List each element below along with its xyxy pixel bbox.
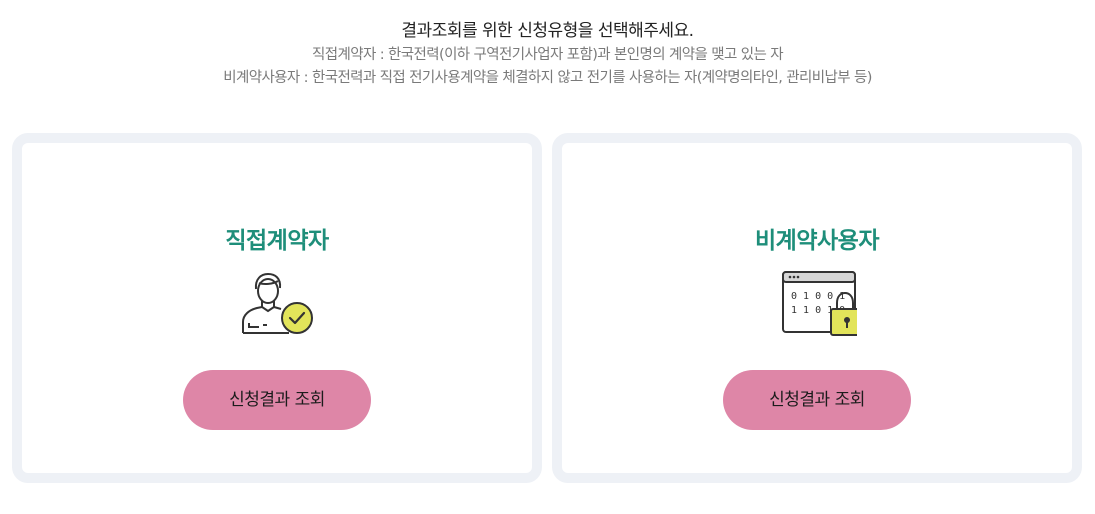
- locked-data-window-icon: 0 1 0 0 1 1 1 0 1 0: [777, 263, 857, 339]
- direct-contractor-result-button[interactable]: 신청결과 조회: [183, 370, 371, 430]
- intro-title: 결과조회를 위한 신청유형을 선택해주세요.: [401, 21, 694, 41]
- intro-description-noncontract: 비계약사용자 : 한국전력과 직접 전기사용계약을 체결하지 않고 전기를 사용…: [223, 70, 872, 86]
- card-title-non-contract-user: 비계약사용자: [755, 228, 879, 254]
- non-contract-user-result-button[interactable]: 신청결과 조회: [723, 370, 911, 430]
- card-title-direct-contractor: 직접계약자: [225, 228, 329, 254]
- intro-section: 결과조회를 위한 신청유형을 선택해주세요. 직접계약자 : 한국전력(이하 구…: [0, 18, 1095, 90]
- card-direct-contractor: 직접계약자 신청결과 조회: [12, 133, 542, 483]
- person-check-icon: [237, 263, 317, 339]
- card-non-contract-user: 비계약사용자 0 1 0 0 1 1 1 0 1 0 신청결과 조회: [552, 133, 1082, 483]
- intro-description-direct: 직접계약자 : 한국전력(이하 구역전기사업자 포함)과 본인명의 계약을 맺고…: [312, 47, 784, 63]
